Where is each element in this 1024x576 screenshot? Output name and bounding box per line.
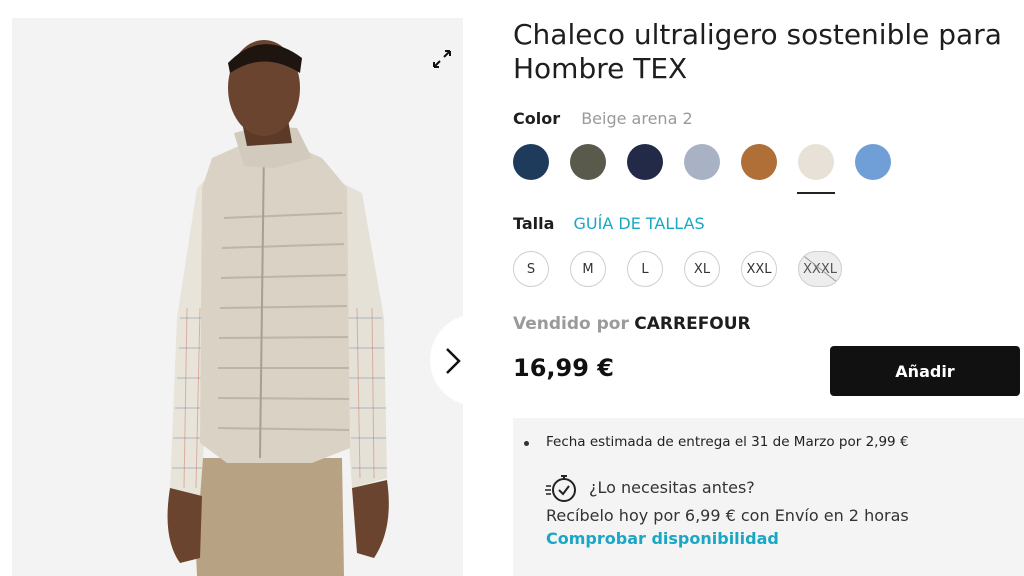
color-row: Color Beige arena 2 [513, 109, 693, 128]
product-photo [167, 40, 389, 576]
size-option-xxl[interactable]: XXL [741, 251, 777, 287]
size-guide-link[interactable]: GUÍA DE TALLAS [574, 214, 705, 233]
size-option-xl[interactable]: XL [684, 251, 720, 287]
product-title: Chaleco ultraligero sostenible para Homb… [513, 18, 1002, 85]
stopwatch-icon [545, 475, 576, 502]
selected-color-name: Beige arena 2 [581, 109, 693, 128]
size-option-m[interactable]: M [570, 251, 606, 287]
size-option-xxxl-unavailable[interactable]: XXXL [798, 251, 842, 287]
chevron-right-icon [446, 348, 461, 374]
seller-info: Vendido por CARREFOUR [513, 314, 751, 334]
size-option-l[interactable]: L [627, 251, 663, 287]
size-row: Talla GUÍA DE TALLAS [513, 214, 705, 233]
delivery-estimate: Fecha estimada de entrega el 31 de Marzo… [546, 434, 909, 450]
bullet-dot [524, 441, 529, 446]
color-label: Color [513, 109, 561, 128]
color-swatch-navy-blue[interactable] [513, 144, 549, 180]
product-price: 16,99 € [513, 354, 614, 382]
color-swatch-dark-navy[interactable] [627, 144, 663, 180]
check-availability-link[interactable]: Comprobar disponibilidad [546, 529, 779, 548]
color-swatch-olive[interactable] [570, 144, 606, 180]
delivery-info-panel: Fecha estimada de entrega el 31 de Marzo… [513, 418, 1024, 576]
color-swatch-sky-blue[interactable] [855, 144, 891, 180]
color-swatch-light-grey-blue[interactable] [684, 144, 720, 180]
seller-name: CARREFOUR [634, 314, 751, 334]
add-to-cart-button[interactable]: Añadir [830, 346, 1020, 396]
expand-image-button[interactable] [429, 46, 455, 72]
need-it-sooner-text: ¿Lo necesitas antes? [589, 478, 755, 497]
express-delivery-text: Recíbelo hoy por 6,99 € con Envío en 2 h… [546, 506, 909, 525]
product-image-gallery [12, 18, 463, 576]
color-swatch-camel[interactable] [741, 144, 777, 180]
size-option-s[interactable]: S [513, 251, 549, 287]
seller-prefix: Vendido por [513, 314, 629, 334]
size-label: Talla [513, 214, 555, 233]
color-swatch-beige-arena[interactable] [798, 144, 834, 180]
expand-icon [433, 50, 451, 68]
selected-swatch-indicator [797, 192, 835, 194]
